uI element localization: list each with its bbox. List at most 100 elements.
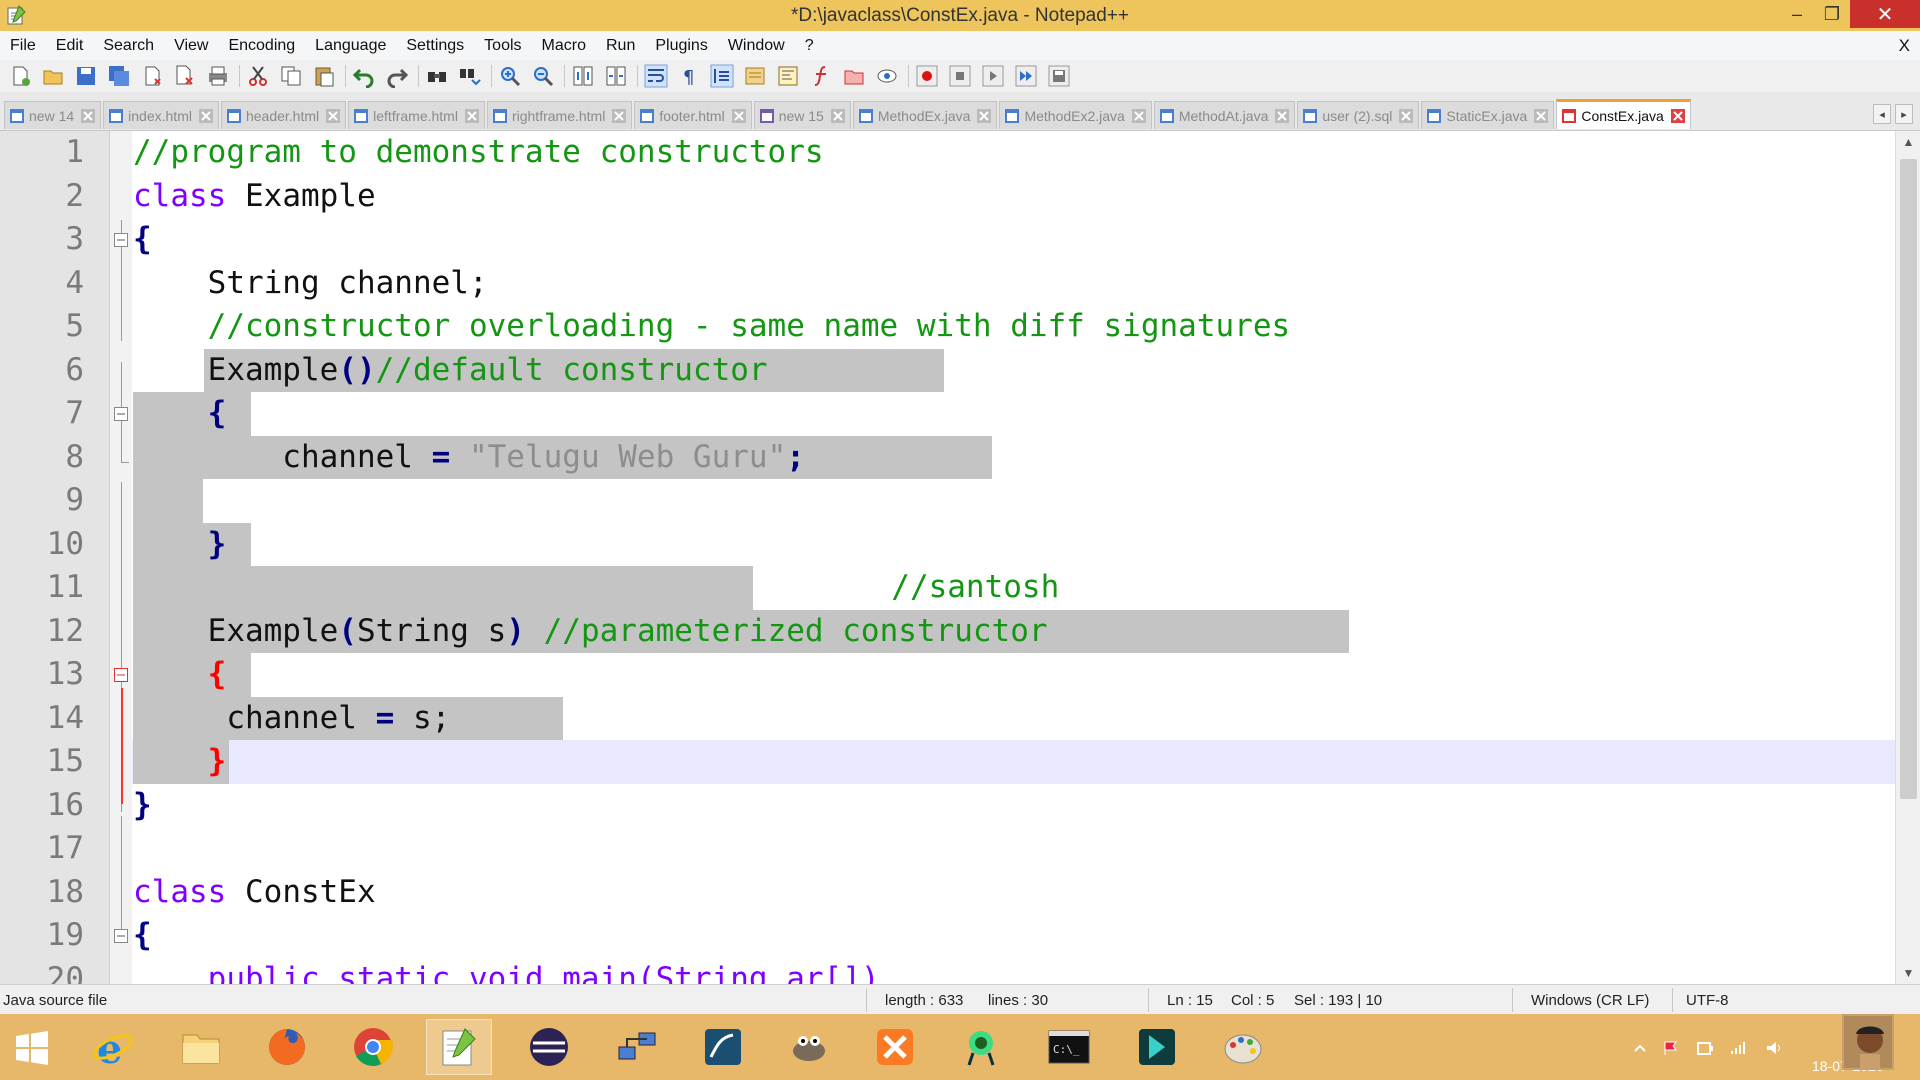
find-icon[interactable] <box>425 64 449 88</box>
menu-file[interactable]: File <box>0 31 46 60</box>
paint-icon[interactable] <box>1210 1019 1276 1075</box>
tab-index-html[interactable]: index.html <box>103 101 219 129</box>
user-defined-language-icon[interactable] <box>743 64 767 88</box>
document-map-icon[interactable] <box>776 64 800 88</box>
menu-macro[interactable]: Macro <box>532 31 596 60</box>
folder-as-workspace-icon[interactable] <box>842 64 866 88</box>
tab-close-icon[interactable] <box>325 108 341 124</box>
firefox-icon[interactable] <box>254 1019 320 1075</box>
indent-guide-icon[interactable] <box>710 64 734 88</box>
tab-close-icon[interactable] <box>731 108 747 124</box>
show-all-chars-icon[interactable]: ¶ <box>677 64 701 88</box>
print-icon[interactable] <box>206 64 230 88</box>
fold-toggle-icon[interactable] <box>113 406 129 422</box>
menu-language[interactable]: Language <box>305 31 396 60</box>
tab-user-2-sql[interactable]: user (2).sql <box>1297 101 1420 129</box>
tab-new-14[interactable]: new 14 <box>4 101 102 129</box>
stop-recording-icon[interactable] <box>948 64 972 88</box>
kinemaster-icon[interactable] <box>1124 1019 1190 1075</box>
close-document-button[interactable]: X <box>1899 31 1910 60</box>
copy-icon[interactable] <box>279 64 303 88</box>
fold-toggle-icon[interactable] <box>113 232 129 248</box>
tab-header-html[interactable]: header.html <box>220 101 347 129</box>
open-file-icon[interactable] <box>41 64 65 88</box>
menu-help[interactable]: ? <box>795 31 824 60</box>
record-macro-icon[interactable] <box>915 64 939 88</box>
replace-icon[interactable] <box>458 64 482 88</box>
menu-search[interactable]: Search <box>93 31 164 60</box>
tab-close-icon[interactable] <box>80 108 96 124</box>
run-macro-multiple-icon[interactable] <box>1014 64 1038 88</box>
menu-tools[interactable]: Tools <box>474 31 531 60</box>
mysql-workbench-icon[interactable] <box>690 1019 756 1075</box>
close-button[interactable]: ✕ <box>1850 0 1920 28</box>
zoom-out-icon[interactable] <box>531 64 555 88</box>
volume-icon[interactable] <box>1765 1040 1783 1056</box>
menu-plugins[interactable]: Plugins <box>645 31 717 60</box>
fold-toggle-icon[interactable] <box>113 928 129 944</box>
internet-explorer-icon[interactable]: e <box>80 1019 146 1075</box>
menu-view[interactable]: View <box>164 31 218 60</box>
tab-close-icon[interactable] <box>1670 108 1686 124</box>
scroll-thumb[interactable] <box>1900 159 1917 799</box>
code-editor[interactable]: 1 //program to demonstrate constructors … <box>0 131 1920 984</box>
menu-settings[interactable]: Settings <box>396 31 474 60</box>
tab-new-15[interactable]: new 15 <box>753 101 851 129</box>
sync-horizontal-icon[interactable] <box>604 64 628 88</box>
new-file-icon[interactable] <box>8 64 32 88</box>
tab-close-icon[interactable] <box>1398 108 1414 124</box>
eclipse-icon[interactable] <box>516 1019 582 1075</box>
menu-window[interactable]: Window <box>718 31 795 60</box>
cut-icon[interactable] <box>246 64 270 88</box>
tab-scroll-right-button[interactable]: ▸ <box>1895 104 1913 124</box>
menu-encoding[interactable]: Encoding <box>218 31 305 60</box>
scroll-down-button[interactable]: ▼ <box>1896 962 1920 984</box>
monitoring-icon[interactable] <box>875 64 899 88</box>
fold-toggle-icon[interactable] <box>113 667 129 683</box>
tab-methodex-java[interactable]: MethodEx.java <box>852 101 998 129</box>
save-macro-icon[interactable] <box>1047 64 1071 88</box>
show-hidden-icons-icon[interactable] <box>1631 1040 1649 1056</box>
file-explorer-icon[interactable] <box>168 1019 234 1075</box>
menu-run[interactable]: Run <box>596 31 645 60</box>
tab-leftframe-html[interactable]: leftframe.html <box>348 101 485 129</box>
tab-close-icon[interactable] <box>830 108 846 124</box>
tab-footer-html[interactable]: footer.html <box>634 101 752 129</box>
power-icon[interactable] <box>1696 1040 1714 1056</box>
network-signal-icon[interactable] <box>1729 1040 1747 1056</box>
minimize-button[interactable]: – <box>1780 0 1814 28</box>
function-list-icon[interactable] <box>809 64 833 88</box>
word-wrap-icon[interactable] <box>644 64 668 88</box>
notepad-plus-plus-taskbar-icon[interactable] <box>426 1019 492 1075</box>
tab-methodat-java[interactable]: MethodAt.java <box>1153 101 1296 129</box>
zoom-in-icon[interactable] <box>498 64 522 88</box>
tab-close-icon[interactable] <box>976 108 992 124</box>
tab-close-icon[interactable] <box>611 108 627 124</box>
android-studio-icon[interactable] <box>948 1019 1014 1075</box>
tab-methodex2-java[interactable]: MethodEx2.java <box>999 101 1152 129</box>
chrome-icon[interactable] <box>340 1019 406 1075</box>
gimp-icon[interactable] <box>776 1019 842 1075</box>
tab-close-icon[interactable] <box>464 108 480 124</box>
tab-close-icon[interactable] <box>1274 108 1290 124</box>
tab-staticex-java[interactable]: StaticEx.java <box>1421 101 1555 129</box>
action-center-flag-icon[interactable] <box>1662 1040 1680 1056</box>
close-file-icon[interactable] <box>140 64 164 88</box>
paste-icon[interactable] <box>312 64 336 88</box>
xampp-icon[interactable] <box>862 1019 928 1075</box>
tab-close-icon[interactable] <box>198 108 214 124</box>
sync-vertical-icon[interactable] <box>571 64 595 88</box>
close-all-icon[interactable] <box>173 64 197 88</box>
save-all-icon[interactable] <box>107 64 131 88</box>
menu-edit[interactable]: Edit <box>46 31 94 60</box>
windows-start-icon[interactable] <box>14 1030 50 1066</box>
tab-close-icon[interactable] <box>1131 108 1147 124</box>
network-tool-icon[interactable] <box>604 1019 670 1075</box>
redo-icon[interactable] <box>385 64 409 89</box>
command-prompt-icon[interactable]: C:\_ <box>1036 1019 1102 1075</box>
scroll-up-button[interactable]: ▲ <box>1896 131 1920 153</box>
playback-macro-icon[interactable] <box>981 64 1005 88</box>
tab-constex-java[interactable]: ConstEx.java <box>1556 99 1691 129</box>
tab-close-icon[interactable] <box>1533 108 1549 124</box>
vertical-scrollbar[interactable]: ▲ ▼ <box>1895 131 1920 984</box>
